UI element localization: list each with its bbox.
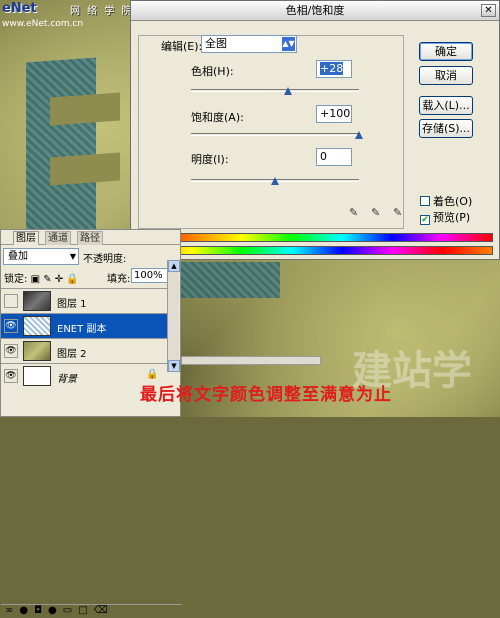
lightness-value: 0 bbox=[320, 150, 327, 163]
site-logo-cn: 网 络 学 院 bbox=[70, 6, 134, 17]
dialog-title: 色相/饱和度 bbox=[131, 1, 499, 21]
lock-move-icon[interactable]: ✛ bbox=[55, 274, 63, 285]
source-color-spectrum bbox=[141, 233, 493, 242]
layer-row[interactable]: 图层 1 bbox=[1, 288, 167, 313]
colorize-label: 着色(O) bbox=[433, 195, 473, 208]
tab-channels[interactable]: 通道 bbox=[45, 231, 71, 245]
trash-icon[interactable]: ⌫ bbox=[94, 605, 114, 616]
layer-name: 图层 2 bbox=[57, 349, 87, 360]
lock-icon: 🔒 bbox=[146, 369, 159, 380]
tab-paths[interactable]: 路径 bbox=[77, 231, 103, 245]
hue-input[interactable]: +28 bbox=[316, 60, 352, 78]
site-logo: eNet bbox=[2, 1, 37, 16]
eyedropper-icon[interactable]: ✎ bbox=[349, 206, 358, 219]
saturation-slider-thumb[interactable] bbox=[355, 131, 363, 139]
saturation-input[interactable]: +100 bbox=[316, 105, 352, 123]
hue-saturation-dialog: 色相/饱和度 ✕ 编辑(E): 全图 ▲▼ 色相(H): +28 饱和度(A):… bbox=[130, 0, 500, 260]
layer-thumbnail bbox=[23, 316, 51, 336]
visibility-toggle[interactable] bbox=[4, 294, 18, 308]
lock-transparent-icon[interactable]: ▣ bbox=[31, 274, 40, 285]
colorize-checkbox[interactable] bbox=[420, 196, 430, 206]
layer-name: 背景 bbox=[57, 374, 77, 385]
eye-icon[interactable]: 👁 bbox=[4, 369, 18, 383]
preview-checkbox[interactable]: ✔ bbox=[420, 215, 430, 225]
hue-slider-thumb[interactable] bbox=[284, 87, 293, 95]
layer-name: ENET 副本 bbox=[57, 324, 107, 335]
link-icon[interactable]: ∞ bbox=[5, 605, 19, 616]
cancel-button[interactable]: 取消 bbox=[419, 66, 473, 85]
new-layer-icon[interactable]: □ bbox=[78, 605, 93, 616]
hue-label: 色相(H): bbox=[191, 65, 234, 78]
site-url: www.eNet.com.cn bbox=[2, 19, 84, 29]
preview-label: 预览(P) bbox=[433, 211, 471, 224]
panel-tabs: 图层 通道 路径 bbox=[1, 230, 180, 245]
edit-label: 编辑(E): bbox=[161, 40, 203, 53]
blend-mode-select[interactable]: 叠加 ▼ bbox=[3, 248, 79, 265]
saturation-label: 饱和度(A): bbox=[191, 111, 244, 124]
ok-button[interactable]: 确定 bbox=[419, 42, 473, 61]
lightness-slider-thumb[interactable] bbox=[271, 177, 279, 185]
eye-icon[interactable]: 👁 bbox=[4, 319, 18, 333]
eyedropper-minus-icon[interactable]: ✎ bbox=[393, 206, 402, 219]
layer-row[interactable]: 👁 图层 2 bbox=[1, 338, 167, 363]
blend-mode-value: 叠加 bbox=[8, 251, 28, 262]
group-icon[interactable]: ▭ bbox=[63, 605, 78, 616]
layer-name: 图层 1 bbox=[57, 299, 87, 310]
hue-value: +28 bbox=[320, 62, 344, 75]
edit-select[interactable]: 全图 ▲▼ bbox=[201, 35, 297, 53]
layers-scrollbar[interactable]: ▲ ▼ bbox=[167, 260, 180, 372]
load-button[interactable]: 载入(L)... bbox=[419, 96, 473, 115]
layer-row[interactable]: 👁 ENET 副本 bbox=[1, 313, 167, 338]
hue-slider-track[interactable] bbox=[191, 89, 359, 92]
caption: 最后将文字颜色调整至满意为止 bbox=[140, 385, 392, 405]
layer-thumbnail bbox=[23, 366, 51, 386]
colorize-checkbox-row[interactable]: 着色(O) bbox=[420, 193, 472, 209]
saturation-value: +100 bbox=[320, 107, 351, 120]
lock-paint-icon[interactable]: ✎ bbox=[43, 274, 51, 285]
close-icon[interactable]: ✕ bbox=[481, 4, 496, 17]
fx-icon[interactable]: ● bbox=[19, 605, 34, 616]
lock-row: 锁定: ▣ ✎ ✛ 🔒 bbox=[4, 270, 79, 285]
letter-texture-patch bbox=[170, 262, 280, 298]
layer-thumbnail bbox=[23, 341, 51, 361]
saturation-slider-track[interactable] bbox=[191, 133, 359, 136]
layer-thumbnail bbox=[23, 291, 51, 311]
result-color-spectrum bbox=[141, 246, 493, 255]
chevron-down-icon[interactable]: ▼ bbox=[70, 249, 76, 264]
chevron-down-icon[interactable]: ▲▼ bbox=[282, 37, 295, 51]
lightness-label: 明度(I): bbox=[191, 153, 229, 166]
scroll-down-icon[interactable]: ▼ bbox=[168, 360, 180, 372]
eyedropper-plus-icon[interactable]: ✎ bbox=[371, 206, 380, 219]
opacity-label: 不透明度: bbox=[83, 254, 127, 265]
preview-checkbox-row[interactable]: ✔ 预览(P) bbox=[420, 209, 470, 225]
edit-select-value: 全图 bbox=[205, 37, 227, 50]
tab-layers[interactable]: 图层 bbox=[13, 231, 39, 245]
adjustment-icon[interactable]: ● bbox=[48, 605, 63, 616]
mask-icon[interactable]: ◘ bbox=[34, 605, 48, 616]
canvas-scrollbar[interactable] bbox=[181, 356, 321, 365]
fill-label: 填充: bbox=[107, 274, 131, 285]
adjust-panel bbox=[138, 35, 404, 229]
eye-icon[interactable]: 👁 bbox=[4, 344, 18, 358]
enet-letter-artwork bbox=[10, 40, 130, 238]
save-button[interactable]: 存储(S)... bbox=[419, 119, 473, 138]
scroll-up-icon[interactable]: ▲ bbox=[168, 260, 180, 272]
lock-label: 锁定: bbox=[4, 274, 28, 285]
fill-value: 100% bbox=[134, 270, 163, 281]
layers-bottom-toolbar: ∞●◘●▭□⌫ bbox=[1, 604, 182, 618]
lightness-input[interactable]: 0 bbox=[316, 148, 352, 166]
lock-all-icon[interactable]: 🔒 bbox=[66, 274, 78, 285]
